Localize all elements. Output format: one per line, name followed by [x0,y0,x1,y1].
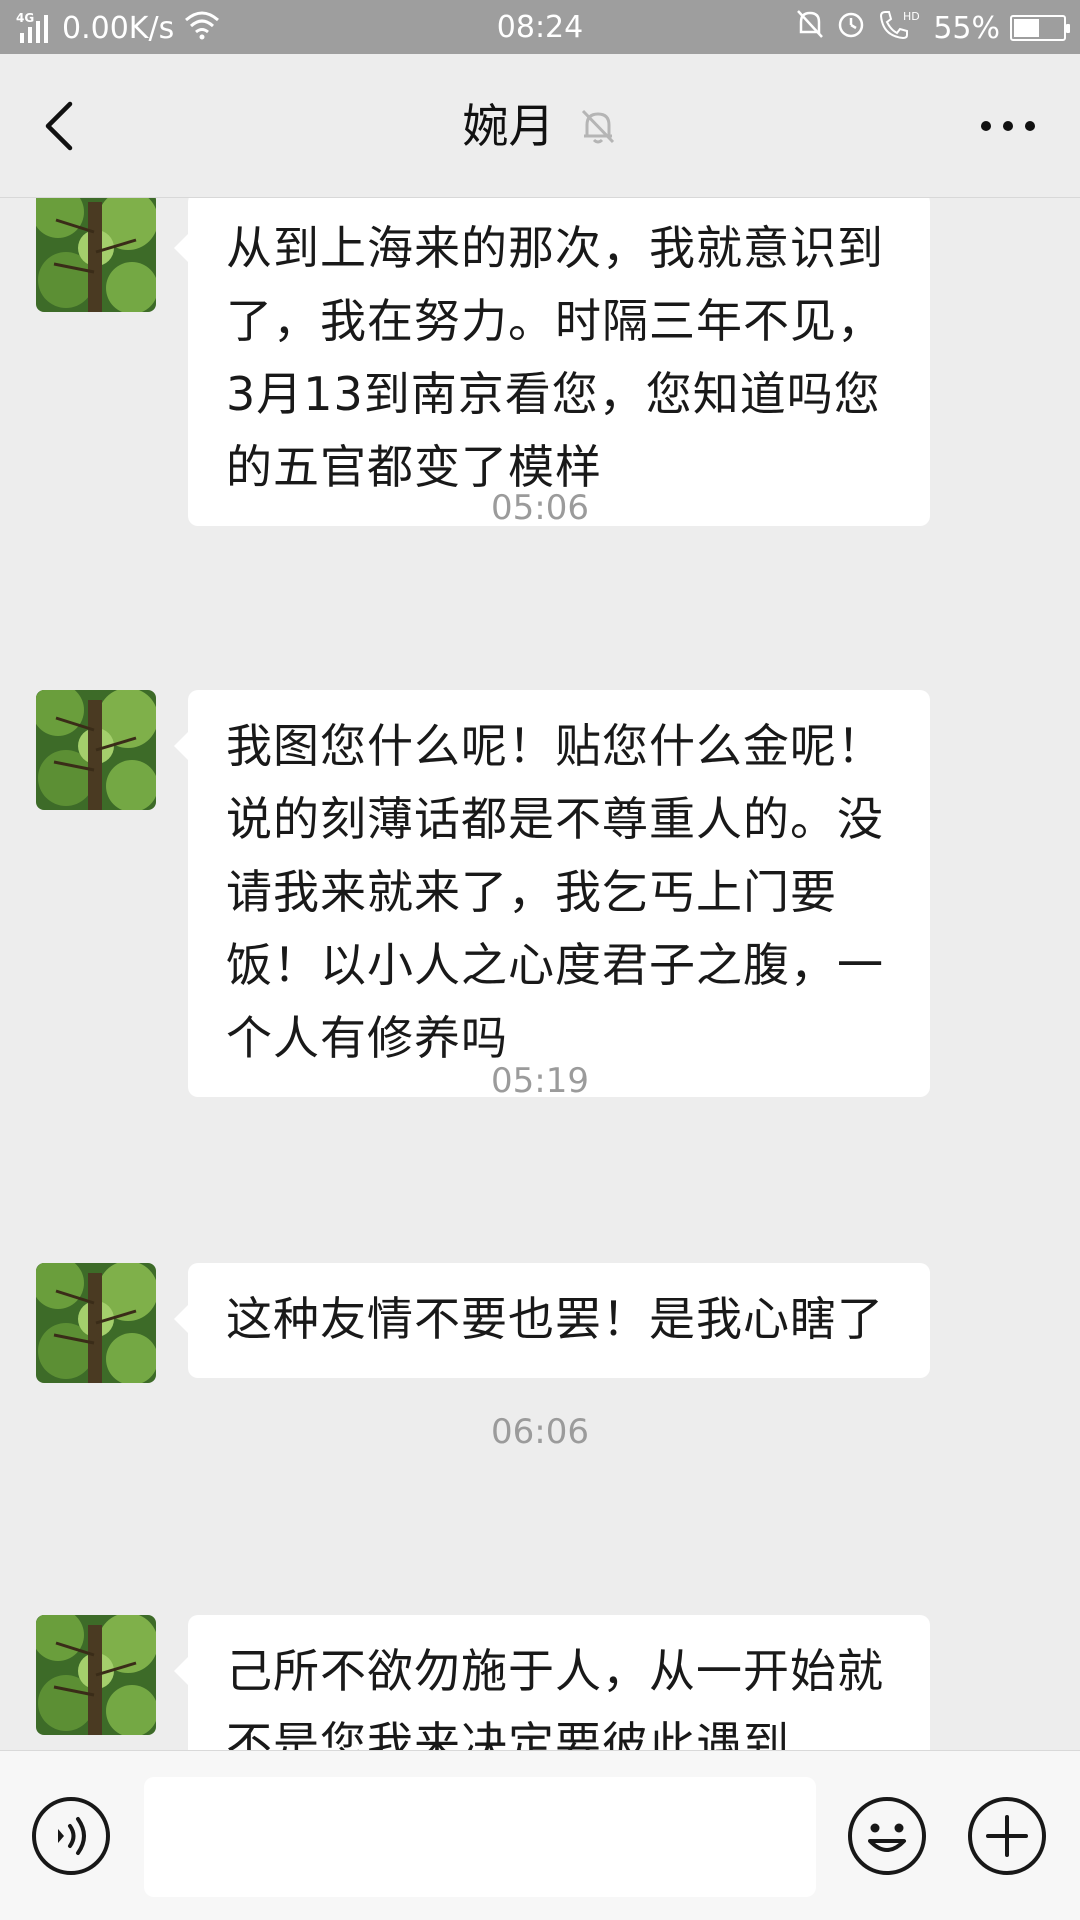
chat-header: 婉月 [0,54,1080,198]
battery-icon [1010,15,1070,41]
title-area: 婉月 [0,92,1080,160]
chat-title: 婉月 [462,99,555,153]
message-timestamp: 05:06 [491,488,589,528]
battery-percent: 55% [933,10,1000,46]
bell-muted-icon [578,106,618,146]
avatar[interactable] [36,690,156,810]
battery-fill [1014,19,1039,37]
chat-screen: 4G 0.00K/s 08:24 HD 55% 婉月 从到上海来的那次，我就意识… [0,0,1080,1920]
message-input[interactable] [144,1777,816,1897]
avatar[interactable] [36,1263,156,1383]
status-bar: 4G 0.00K/s 08:24 HD 55% [0,0,1080,54]
message-bubble[interactable]: 己所不欲勿施于人，从一开始就不是您我来决定要彼此遇到 [174,1615,930,1750]
hd-call-icon: HD [877,8,923,48]
emoji-icon[interactable] [846,1795,928,1877]
input-bar [0,1750,1080,1920]
message-timestamp: 05:19 [491,1061,589,1101]
alarm-icon [835,8,867,48]
voice-icon[interactable] [30,1795,112,1877]
avatar[interactable] [36,198,156,312]
bell-off-icon [795,8,825,48]
plus-icon[interactable] [966,1795,1048,1877]
message-list[interactable]: 从到上海来的那次，我就意识到了，我在努力。时隔三年不见，3月13到南京看您，您知… [0,198,1080,1750]
svg-text:HD: HD [903,10,920,23]
message-bubble[interactable]: 这种友情不要也罢！是我心瞎了 [174,1263,930,1378]
message-timestamp: 06:06 [491,1412,589,1452]
avatar[interactable] [36,1615,156,1735]
message-bubble[interactable]: 我图您什么呢！贴您什么金呢！说的刻薄话都是不尊重人的。没请我来就来了，我乞丐上门… [174,690,930,1097]
more-dots-icon[interactable] [976,106,1040,146]
message-bubble[interactable]: 从到上海来的那次，我就意识到了，我在努力。时隔三年不见，3月13到南京看您，您知… [174,198,930,526]
